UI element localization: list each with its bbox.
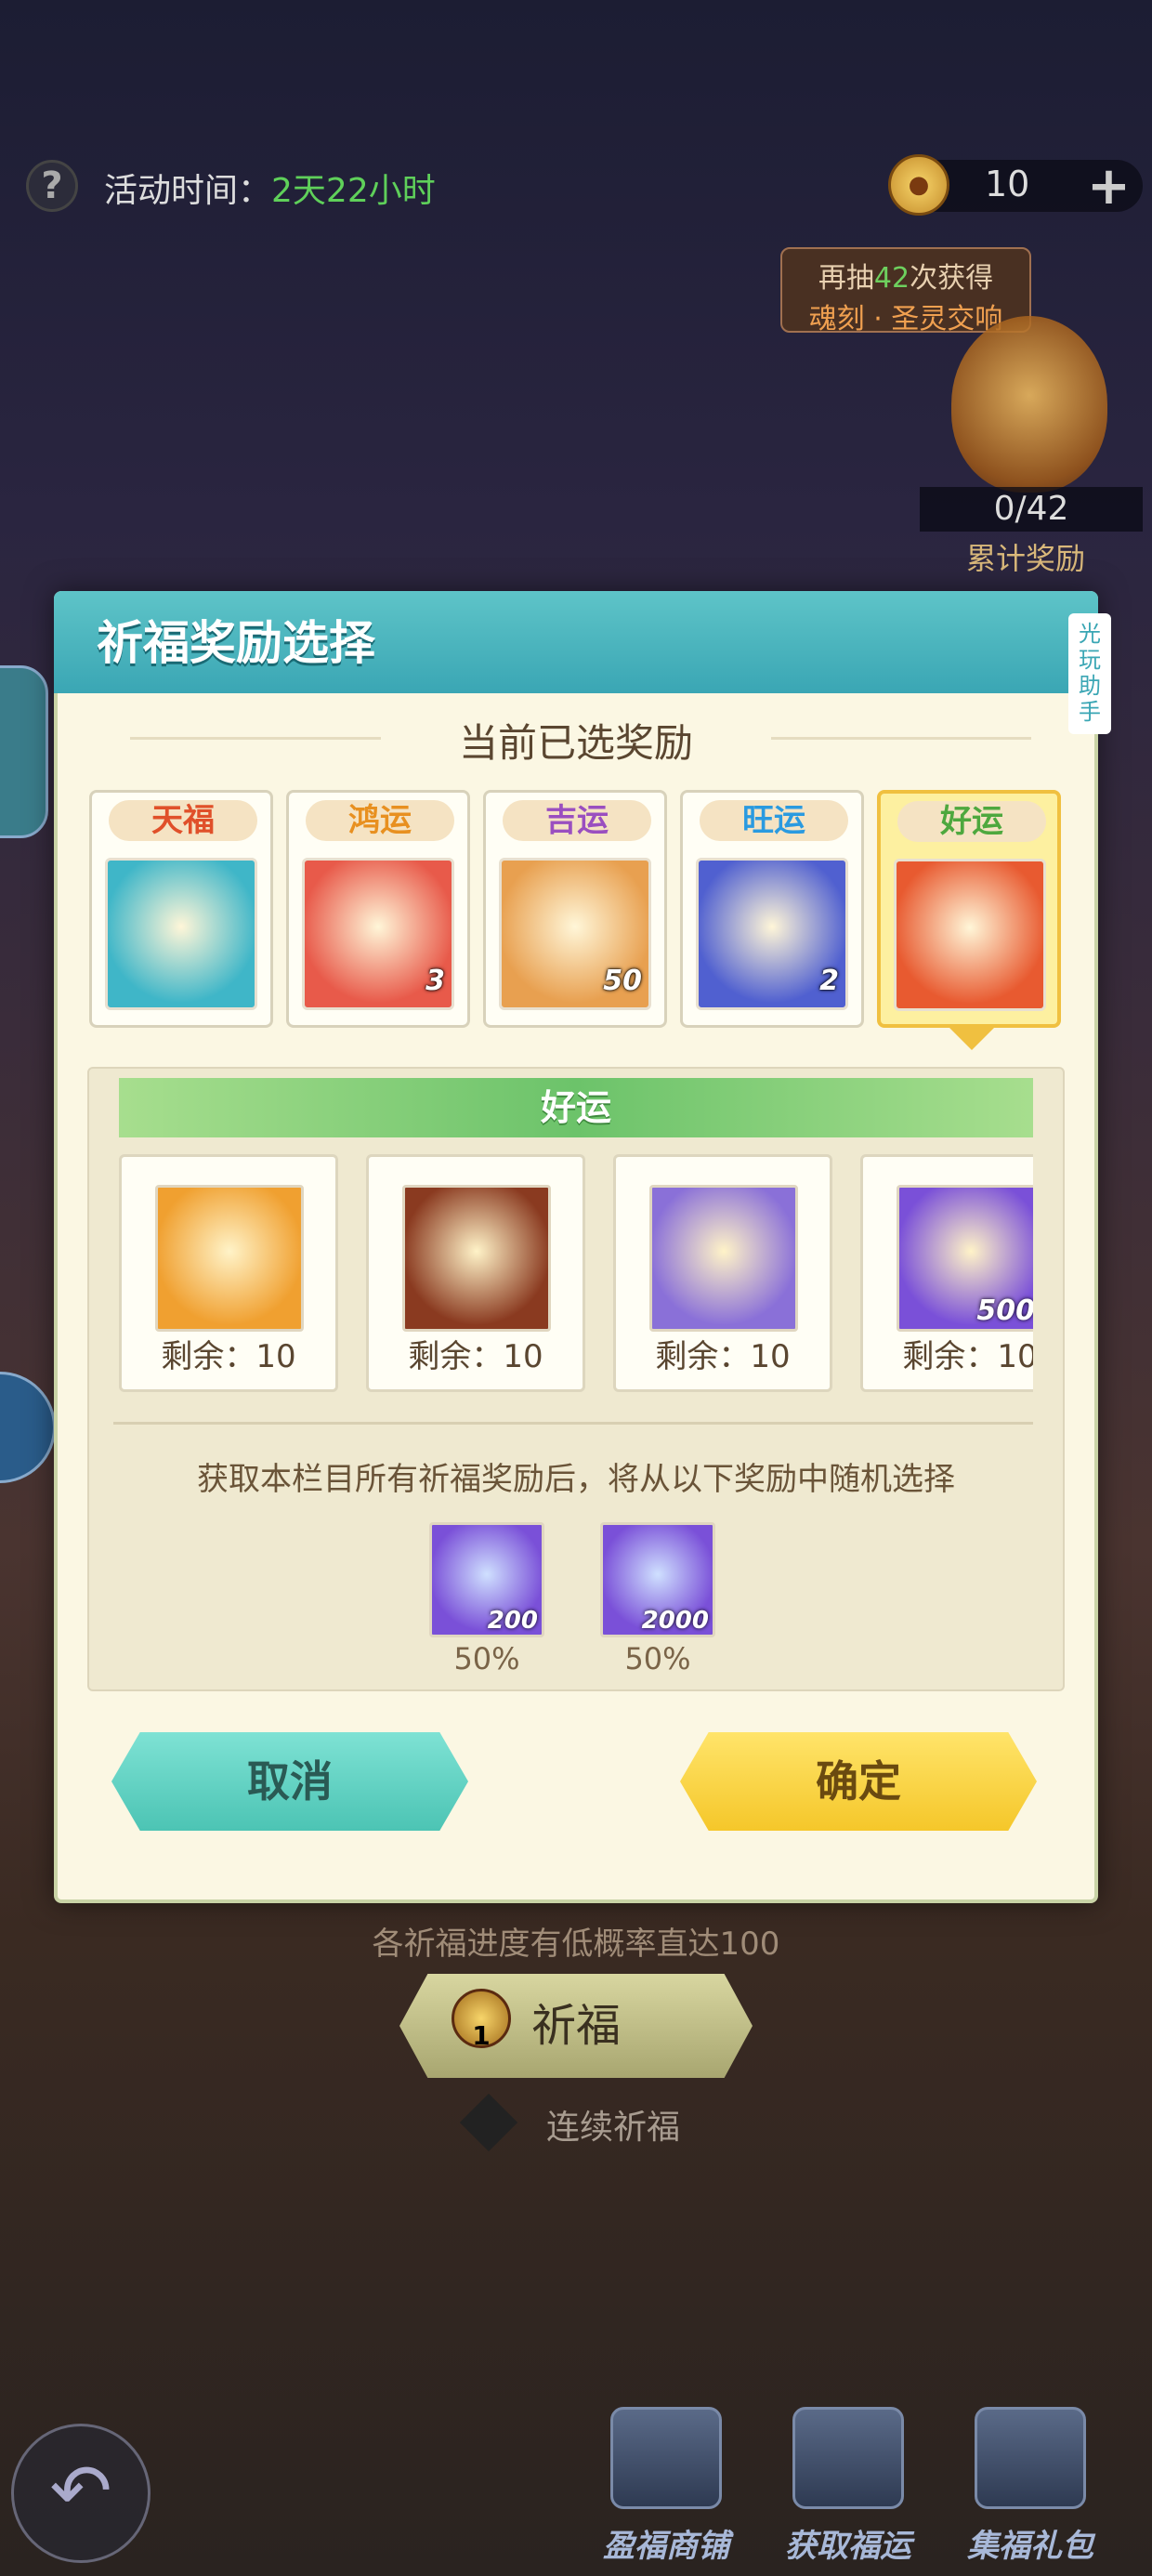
helmet-icon — [105, 858, 257, 1010]
nav-label: 集福礼包 — [967, 2528, 1093, 2565]
help-icon[interactable]: ? — [26, 160, 78, 212]
side-widget-2[interactable] — [0, 1372, 56, 1483]
orb-pedestal-icon — [649, 1185, 798, 1332]
item-quantity: 2 — [819, 965, 839, 997]
nav-item[interactable]: 集福礼包 — [951, 2407, 1109, 2565]
pool-item-card[interactable]: 剩余：10 — [119, 1154, 338, 1392]
remaining-count: 剩余：10 — [161, 1338, 296, 1375]
plus-icon[interactable]: + — [1087, 156, 1131, 217]
random-probability: 50% — [624, 1641, 691, 1676]
reward-pool[interactable]: 剩余：10 剩余：10 剩余：10 500 剩余：10 — [119, 1150, 1033, 1392]
accumulate-label: 累计奖励 — [966, 541, 1086, 576]
event-time-value: 2天22小时 — [271, 172, 436, 210]
selected-reward-card[interactable]: 旺运 2 — [680, 790, 864, 1028]
nav-label: 获取福运 — [785, 2528, 911, 2565]
panel-divider — [113, 1422, 1033, 1425]
shop-icon — [610, 2407, 722, 2509]
pity-note: 各祈福进度有低概率直达100 — [372, 1925, 780, 1963]
selected-reward-card[interactable]: 吉运 50 — [483, 790, 667, 1028]
lantern-reward-icon[interactable] — [951, 316, 1107, 493]
tier-tag: 吉运 — [503, 800, 651, 841]
random-probability: 50% — [453, 1641, 520, 1676]
back-arrow-icon[interactable]: ↶ — [11, 2424, 151, 2563]
nav-item[interactable]: 盈福商铺 — [587, 2407, 745, 2565]
event-time: 活动时间：2天22小时 — [104, 164, 436, 212]
pool-item-card[interactable]: 500 剩余：10 — [860, 1154, 1033, 1392]
nav-label: 盈福商铺 — [603, 2528, 729, 2565]
currency-count: 10 — [985, 164, 1030, 204]
selected-reward-card[interactable]: 天福 — [89, 790, 273, 1028]
item-quantity: 2000 — [641, 1607, 709, 1635]
potion-icon: 500 — [897, 1185, 1033, 1332]
pray-cost: 1 — [472, 2020, 491, 2051]
event-time-label: 活动时间： — [104, 172, 272, 210]
hint-suffix: 次获得 — [910, 262, 994, 295]
hint-prefix: 再抽 — [818, 262, 874, 295]
selected-reward-card[interactable]: 鸿运 3 — [286, 790, 470, 1028]
armor-check-icon — [402, 1185, 551, 1332]
pray-cost-icon: 1 — [452, 1989, 511, 2051]
pool-title: 好运 — [119, 1078, 1033, 1137]
draw-hint: 再抽42次获得 魂刻 · 圣灵交响 — [780, 247, 1031, 335]
accumulate-progress: 0/42 — [920, 487, 1143, 532]
random-note: 获取本栏目所有祈福奖励后，将从以下奖励中随机选择 — [197, 1461, 955, 1498]
confirm-button[interactable]: 确定 — [680, 1732, 1037, 1831]
item-quantity: 3 — [425, 965, 445, 997]
crystal-icon[interactable]: 2000 — [600, 1522, 715, 1637]
nav-item[interactable]: 获取福运 — [769, 2407, 927, 2565]
dialog-title: 祈福奖励选择 — [97, 616, 375, 670]
remaining-count: 剩余：10 — [408, 1338, 543, 1375]
potion-icon[interactable]: 200 — [429, 1522, 544, 1637]
pool-item-card[interactable]: 剩余：10 — [613, 1154, 832, 1392]
pool-item-card[interactable]: 剩余：10 — [366, 1154, 585, 1392]
item-quantity: 50 — [603, 965, 642, 997]
hint-count: 42 — [873, 262, 910, 295]
tier-tag: 旺运 — [700, 800, 848, 841]
continuous-label[interactable]: 连续祈福 — [546, 2100, 680, 2149]
gift-icon — [975, 2407, 1086, 2509]
coin-icon: ● — [888, 154, 949, 216]
armor-icon — [894, 859, 1046, 1011]
tier-tag: 鸿运 — [306, 800, 454, 841]
continuous-checkbox[interactable] — [459, 2093, 518, 2152]
section-title: 当前已选奖励 — [458, 720, 693, 766]
remaining-count: 剩余：10 — [655, 1338, 791, 1375]
cancel-button[interactable]: 取消 — [111, 1732, 468, 1831]
selected-reward-card[interactable]: 好运 — [877, 790, 1061, 1028]
item-quantity: 500 — [976, 1295, 1033, 1327]
selection-pointer — [948, 1026, 996, 1050]
book-icon — [792, 2407, 904, 2509]
tier-tag: 天福 — [109, 800, 257, 841]
tier-tag: 好运 — [897, 801, 1046, 842]
item-quantity: 200 — [487, 1607, 538, 1635]
remaining-count: 剩余：10 — [902, 1338, 1033, 1375]
amulet-icon — [155, 1185, 304, 1332]
